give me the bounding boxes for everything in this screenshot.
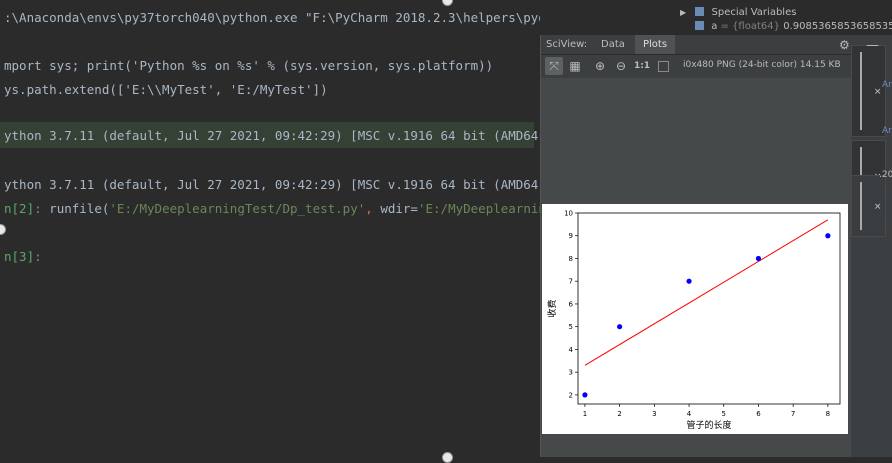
gear-icon[interactable]: ⚙	[839, 38, 850, 52]
thumbnail-preview	[860, 52, 862, 130]
zoom-out-icon[interactable]: ⊖	[612, 57, 630, 75]
fragment-text: .20	[879, 170, 892, 180]
variable-icon	[695, 21, 704, 30]
plot-thumbnail[interactable]: ✕	[851, 175, 886, 237]
arg-separator: ,	[365, 201, 381, 216]
close-icon[interactable]: ✕	[874, 85, 881, 98]
x-axis-label: 管子的长度	[686, 419, 731, 431]
variables-panel: ▶ Special Variables a = {float64} 0.9085…	[540, 0, 892, 34]
x-tick-label: 3	[652, 410, 656, 418]
y-tick-label: 8	[569, 255, 573, 263]
input-prompt: n[2]:	[4, 201, 42, 216]
data-point	[582, 392, 588, 398]
sciview-tabbar: SciView: Data Plots ⚙	[541, 35, 851, 55]
console-import-line: mport sys; print('Python %s on %s' % (sy…	[4, 58, 494, 73]
x-tick-label: 1	[583, 410, 587, 418]
image-info: i0x480 PNG (24-bit color) 14.15 KB	[683, 60, 841, 70]
input-prompt: n[3]:	[4, 249, 42, 264]
y-tick-label: 9	[569, 232, 573, 240]
close-icon[interactable]: ✕	[874, 200, 881, 213]
thumbnail-preview	[860, 182, 862, 230]
y-tick-label: 7	[569, 278, 573, 286]
y-tick-label: 10	[564, 210, 573, 218]
y-tick-label: 2	[569, 391, 573, 399]
sciview-panel: SciView: Data Plots ⚙ ⤧ ▦ ⊕ ⊖ 1:1 i0x480…	[540, 35, 851, 457]
data-point	[686, 278, 692, 284]
sciview-title: SciView:	[546, 39, 588, 50]
plot-viewport[interactable]: 1 2 3 4 5 6 7 8 2 3 4 5 6 7 8 9 10 管子的长度 收费	[541, 78, 851, 457]
grid-icon[interactable]: ▦	[566, 57, 584, 75]
variable-value: 0.9085365853658535	[783, 21, 892, 32]
tab-data[interactable]: Data	[601, 35, 625, 54]
y-tick-label: 3	[569, 369, 573, 377]
resize-handle[interactable]	[442, 452, 453, 463]
variable-type: = {float64}	[720, 21, 780, 32]
plot-thumbnails: ✕ ✕ ✕	[851, 35, 892, 457]
console-input-2: n[2]: runfile('E:/MyDeeplearningTest/Dp_…	[4, 201, 540, 216]
plot-image: 1 2 3 4 5 6 7 8 2 3 4 5 6 7 8 9 10 管子的长度 收费	[542, 204, 848, 434]
file-path-string: 'E:/MyDeeplearningTest/Dp_test.py'	[109, 201, 366, 216]
console-command-line: :\Anaconda\envs\py37torch040\python.exe …	[4, 10, 540, 25]
data-point	[755, 255, 762, 262]
fit-zoom-icon[interactable]: ⤧	[545, 57, 563, 75]
python-console[interactable]: :\Anaconda\envs\py37torch040\python.exe …	[0, 0, 540, 457]
y-tick-label: 5	[569, 323, 573, 331]
tab-plots[interactable]: Plots	[635, 35, 676, 54]
runfile-call: runfile(	[49, 201, 110, 216]
fit-line	[584, 219, 829, 366]
plot-frame	[577, 212, 841, 405]
console-version-line: ython 3.7.11 (default, Jul 27 2021, 09:4…	[4, 128, 540, 143]
x-tick-label: 2	[617, 410, 621, 418]
variables-icon	[695, 7, 705, 16]
special-variables-row[interactable]: ▶ Special Variables	[680, 7, 796, 18]
y-tick-label: 4	[569, 346, 574, 354]
plot-toolbar: ⤧ ▦ ⊕ ⊖ 1:1 i0x480 PNG (24-bit color) 14…	[541, 55, 851, 77]
x-tick-label: 8	[826, 410, 830, 418]
minimize-icon[interactable]: —	[866, 38, 879, 53]
actual-size-button[interactable]: 1:1	[633, 57, 651, 75]
console-input-3[interactable]: n[3]:	[4, 249, 42, 264]
scatter-chart: 1 2 3 4 5 6 7 8 2 3 4 5 6 7 8 9 10 管子的长度 收费	[546, 210, 841, 431]
plot-thumbnail[interactable]: ✕	[851, 45, 886, 137]
wdir-keyword: wdir=	[380, 201, 418, 216]
x-tick-label: 7	[791, 410, 795, 418]
fragment-text: Ar	[882, 126, 892, 136]
zoom-in-icon[interactable]: ⊕	[591, 57, 609, 75]
variable-name: a	[711, 21, 718, 32]
data-point	[825, 233, 831, 239]
x-tick-label: 4	[687, 410, 692, 418]
y-axis-label: 收费	[546, 299, 558, 317]
x-tick-label: 6	[756, 410, 761, 418]
wdir-string: 'E:/MyDeeplearningT	[417, 201, 540, 216]
background-toggle-icon[interactable]	[654, 57, 672, 75]
x-tick-label: 5	[722, 410, 726, 418]
expand-arrow-icon[interactable]: ▶	[680, 8, 686, 17]
variable-row-a[interactable]: a = {float64} 0.9085365853658535	[695, 21, 892, 32]
y-tick-label: 6	[569, 300, 574, 308]
console-version-line: ython 3.7.11 (default, Jul 27 2021, 09:4…	[4, 177, 540, 192]
special-variables-label: Special Variables	[711, 7, 797, 18]
console-path-line: ys.path.extend(['E:\\MyTest', 'E:/MyTest…	[4, 82, 328, 97]
fragment-text: Ar	[882, 80, 892, 90]
data-point	[617, 324, 623, 330]
